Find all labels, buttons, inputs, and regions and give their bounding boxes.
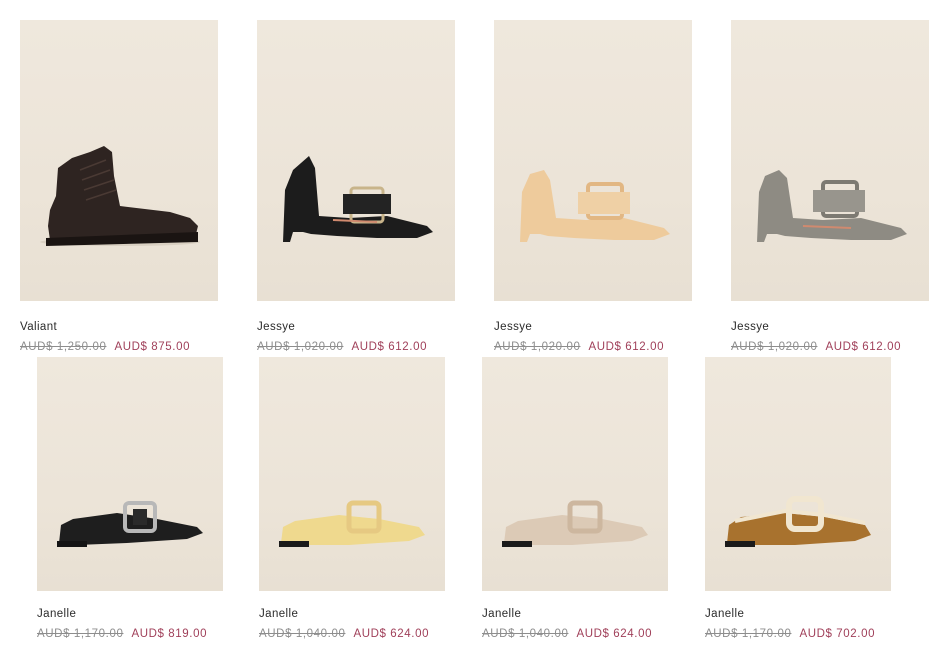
original-price: AUD$ 1,020.00 [731, 341, 818, 353]
sale-price: AUD$ 612.00 [351, 341, 428, 353]
product-name[interactable]: Valiant [20, 320, 218, 334]
price-row: AUD$ 1,170.00 AUD$ 819.00 [37, 627, 223, 641]
price-row: AUD$ 1,020.00 AUD$ 612.00 [257, 340, 455, 354]
price-row: AUD$ 1,040.00 AUD$ 624.00 [482, 627, 668, 641]
product-name[interactable]: Janelle [705, 607, 891, 621]
product-name[interactable]: Janelle [259, 607, 445, 621]
product-card[interactable]: Janelle AUD$ 1,040.00 AUD$ 624.00 [482, 357, 668, 641]
sale-price: AUD$ 612.00 [825, 341, 902, 353]
product-card[interactable]: Janelle AUD$ 1,170.00 AUD$ 702.00 [705, 357, 891, 641]
sale-price: AUD$ 702.00 [799, 628, 876, 640]
sale-price: AUD$ 624.00 [353, 628, 430, 640]
product-image[interactable] [705, 357, 891, 591]
price-row: AUD$ 1,020.00 AUD$ 612.00 [494, 340, 692, 354]
price-row: AUD$ 1,020.00 AUD$ 612.00 [731, 340, 929, 354]
product-card[interactable]: Janelle AUD$ 1,040.00 AUD$ 624.00 [259, 357, 445, 641]
product-name[interactable]: Jessye [494, 320, 692, 334]
product-name[interactable]: Jessye [731, 320, 929, 334]
product-image[interactable] [257, 20, 455, 301]
original-price: AUD$ 1,020.00 [257, 341, 344, 353]
product-name[interactable]: Jessye [257, 320, 455, 334]
product-card[interactable]: Jessye AUD$ 1,020.00 AUD$ 612.00 [731, 20, 929, 354]
price-row: AUD$ 1,250.00 AUD$ 875.00 [20, 340, 218, 354]
loafer-image [279, 500, 425, 547]
original-price: AUD$ 1,040.00 [259, 628, 346, 640]
sale-price: AUD$ 875.00 [114, 341, 191, 353]
product-card[interactable]: Jessye AUD$ 1,020.00 AUD$ 612.00 [257, 20, 455, 354]
original-price: AUD$ 1,250.00 [20, 341, 107, 353]
loafer-image [502, 500, 648, 547]
pump-image [283, 156, 433, 242]
product-card[interactable]: Valiant AUD$ 1,250.00 AUD$ 875.00 [20, 20, 218, 354]
price-row: AUD$ 1,170.00 AUD$ 702.00 [705, 627, 891, 641]
sale-price: AUD$ 819.00 [131, 628, 208, 640]
original-price: AUD$ 1,170.00 [705, 628, 792, 640]
sale-price: AUD$ 624.00 [576, 628, 653, 640]
pump-image [757, 170, 907, 242]
pump-image [520, 170, 670, 242]
product-card[interactable]: Jessye AUD$ 1,020.00 AUD$ 612.00 [494, 20, 692, 354]
product-image[interactable] [494, 20, 692, 301]
product-image[interactable] [731, 20, 929, 301]
price-row: AUD$ 1,040.00 AUD$ 624.00 [259, 627, 445, 641]
original-price: AUD$ 1,170.00 [37, 628, 124, 640]
product-image[interactable] [37, 357, 223, 591]
product-card[interactable]: Janelle AUD$ 1,170.00 AUD$ 819.00 [37, 357, 223, 641]
original-price: AUD$ 1,020.00 [494, 341, 581, 353]
boot-image [40, 146, 200, 246]
product-name[interactable]: Janelle [37, 607, 223, 621]
sale-price: AUD$ 612.00 [588, 341, 665, 353]
original-price: AUD$ 1,040.00 [482, 628, 569, 640]
product-name[interactable]: Janelle [482, 607, 668, 621]
product-image[interactable] [482, 357, 668, 591]
product-image[interactable] [259, 357, 445, 591]
loafer-image [57, 501, 203, 547]
loafer-image [725, 496, 871, 547]
product-image[interactable] [20, 20, 218, 301]
